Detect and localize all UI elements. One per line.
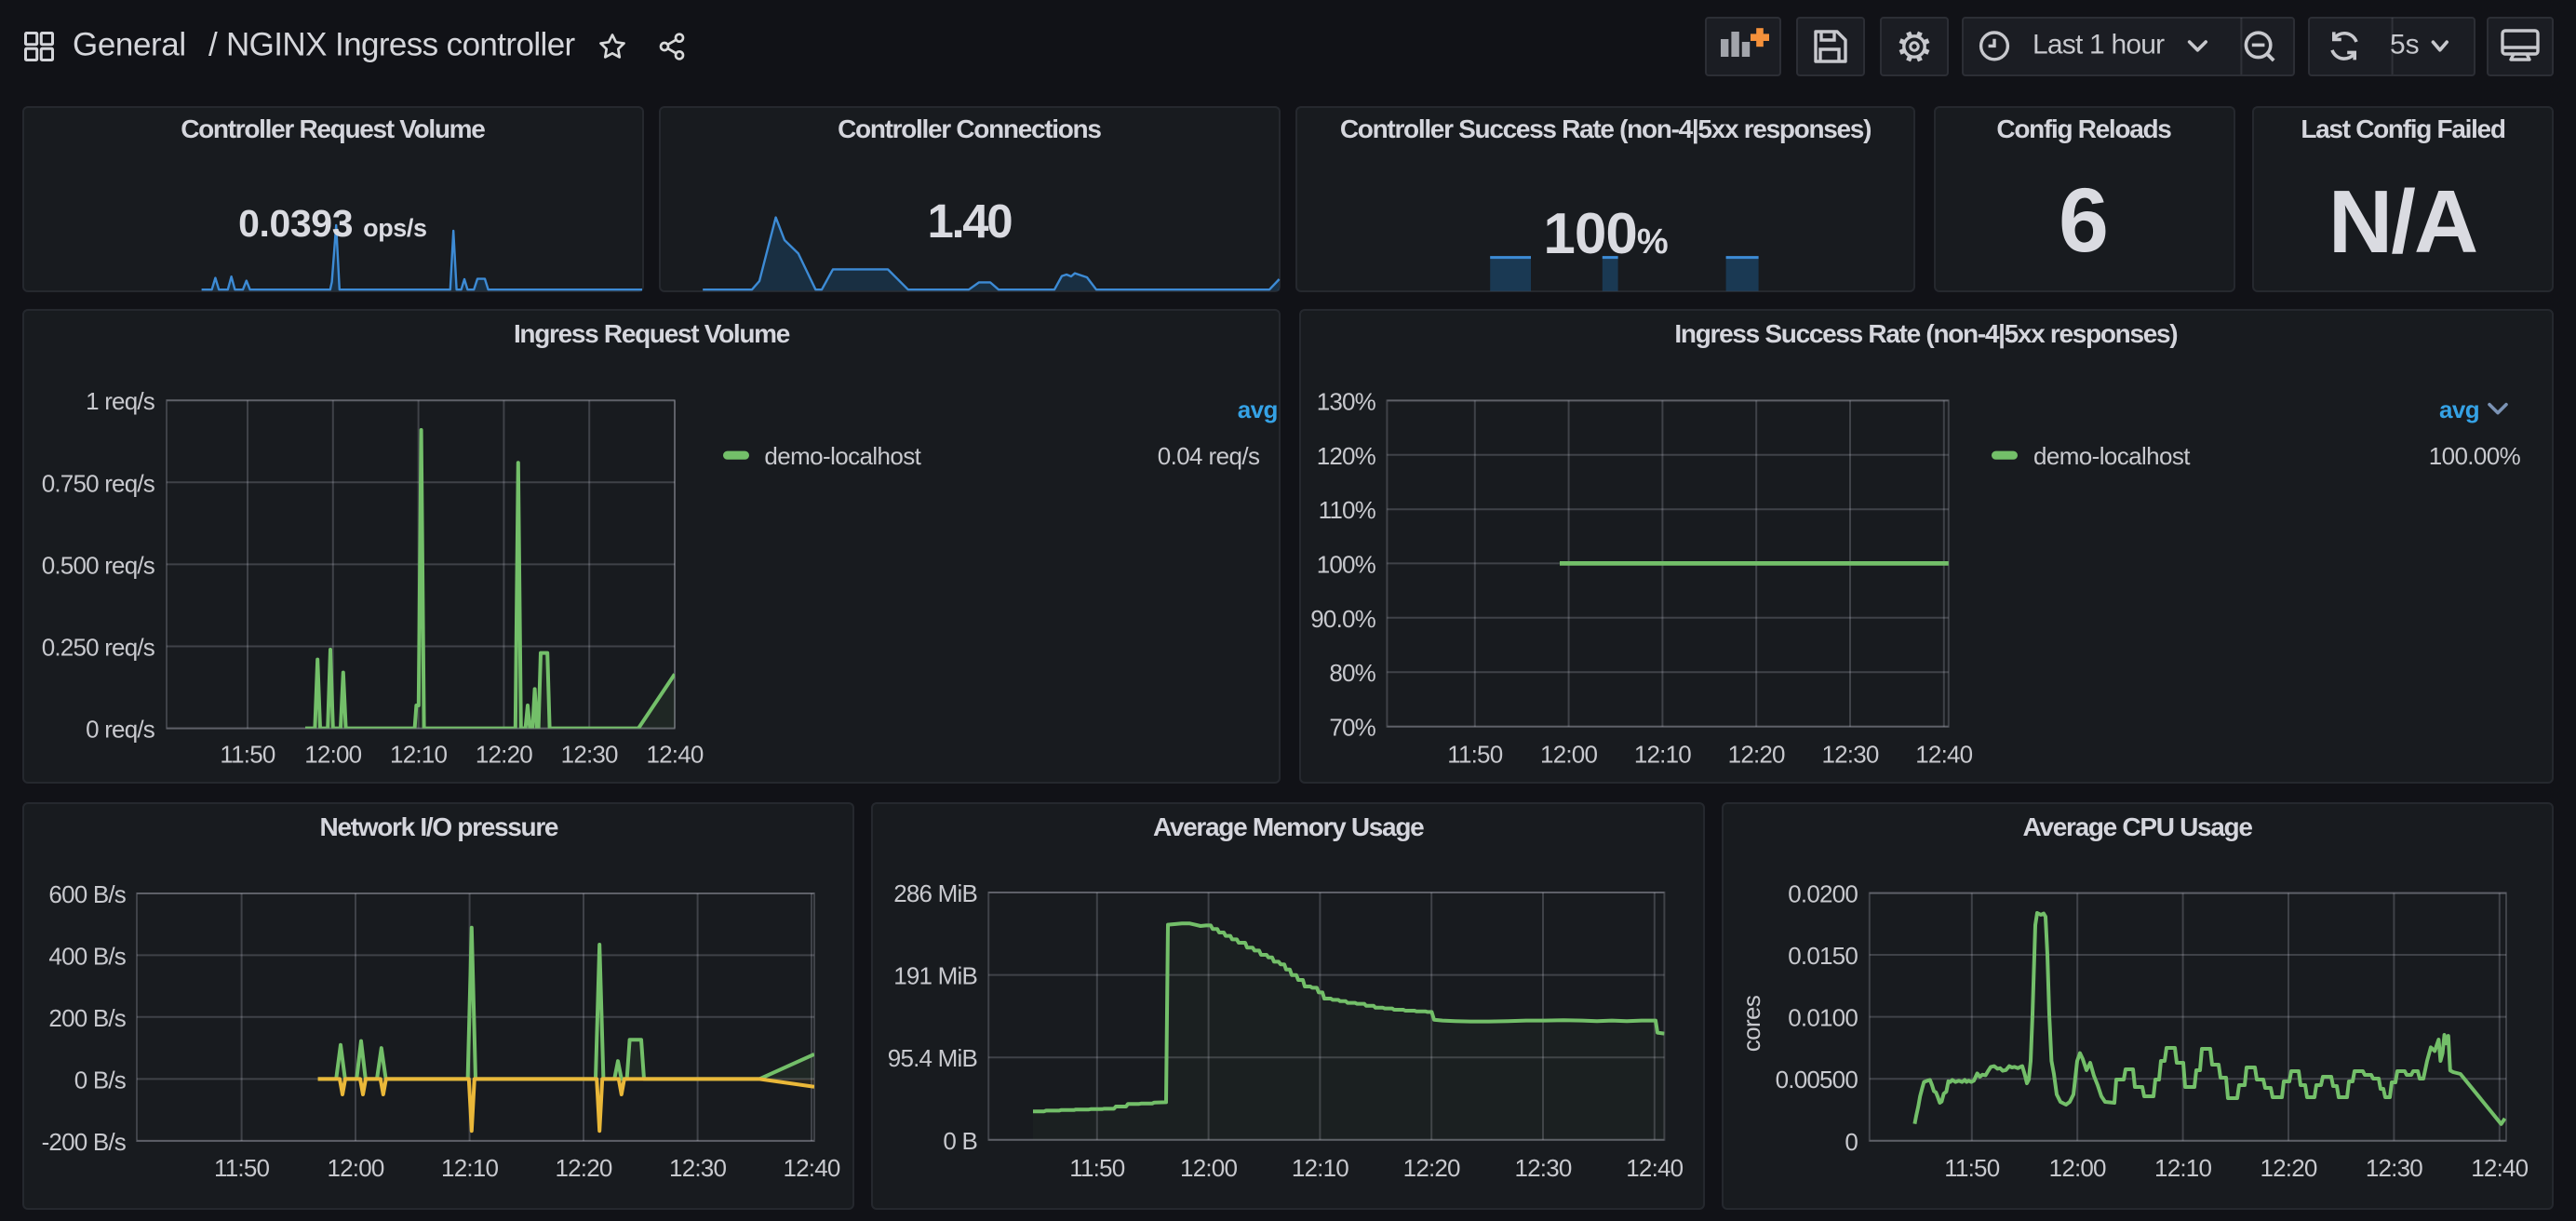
svg-text:0.500 req/s: 0.500 req/s <box>42 551 155 579</box>
svg-text:12:10: 12:10 <box>441 1154 498 1182</box>
svg-text:0.750 req/s: 0.750 req/s <box>42 469 155 497</box>
svg-text:1 req/s: 1 req/s <box>86 387 155 415</box>
svg-text:-200 B/s: -200 B/s <box>42 1128 127 1156</box>
svg-text:12:10: 12:10 <box>1292 1154 1348 1182</box>
svg-text:400 B/s: 400 B/s <box>48 942 126 970</box>
svg-text:11:50: 11:50 <box>1447 740 1502 768</box>
svg-text:12:10: 12:10 <box>390 740 447 768</box>
svg-text:110%: 110% <box>1319 496 1376 524</box>
svg-text:0.0100: 0.0100 <box>1788 1004 1858 1032</box>
svg-text:0 req/s: 0 req/s <box>86 716 155 744</box>
svg-text:12:30: 12:30 <box>561 740 618 768</box>
svg-text:12:40: 12:40 <box>783 1154 839 1182</box>
svg-text:600 B/s: 600 B/s <box>48 880 126 908</box>
svg-text:12:30: 12:30 <box>2366 1154 2422 1182</box>
svg-text:0.250 req/s: 0.250 req/s <box>42 634 155 662</box>
svg-text:0: 0 <box>1845 1128 1858 1156</box>
svg-text:12:10: 12:10 <box>2154 1154 2211 1182</box>
svg-text:0.00500: 0.00500 <box>1776 1066 1858 1094</box>
svg-text:95.4 MiB: 95.4 MiB <box>888 1044 977 1072</box>
svg-text:12:00: 12:00 <box>1540 740 1597 768</box>
svg-text:11:50: 11:50 <box>214 1154 269 1182</box>
svg-text:0 B/s: 0 B/s <box>74 1066 127 1094</box>
svg-text:12:40: 12:40 <box>1626 1154 1683 1182</box>
svg-text:12:00: 12:00 <box>327 1154 383 1182</box>
svg-text:100%: 100% <box>1317 550 1376 578</box>
svg-text:12:40: 12:40 <box>1915 740 1972 768</box>
svg-text:12:00: 12:00 <box>1180 1154 1237 1182</box>
svg-text:12:00: 12:00 <box>2049 1154 2106 1182</box>
svg-text:12:20: 12:20 <box>555 1154 611 1182</box>
svg-text:12:10: 12:10 <box>1634 740 1691 768</box>
svg-text:12:40: 12:40 <box>2471 1154 2528 1182</box>
svg-text:0.0200: 0.0200 <box>1788 880 1858 908</box>
svg-text:12:20: 12:20 <box>1728 740 1785 768</box>
svg-text:120%: 120% <box>1317 442 1376 470</box>
svg-text:0 B: 0 B <box>943 1127 977 1155</box>
svg-text:0.0150: 0.0150 <box>1788 942 1858 970</box>
svg-text:90.0%: 90.0% <box>1310 605 1375 633</box>
svg-text:12:40: 12:40 <box>646 740 703 768</box>
svg-text:191 MiB: 191 MiB <box>893 962 977 990</box>
svg-text:12:00: 12:00 <box>304 740 361 768</box>
svg-text:80%: 80% <box>1329 659 1375 687</box>
svg-text:12:30: 12:30 <box>669 1154 726 1182</box>
svg-text:130%: 130% <box>1317 387 1376 415</box>
svg-text:12:30: 12:30 <box>1514 1154 1571 1182</box>
svg-text:12:20: 12:20 <box>2260 1154 2316 1182</box>
svg-text:200 B/s: 200 B/s <box>48 1004 126 1032</box>
svg-text:286 MiB: 286 MiB <box>893 879 977 907</box>
svg-text:11:50: 11:50 <box>1069 1154 1124 1182</box>
svg-text:70%: 70% <box>1329 714 1375 742</box>
svg-text:12:30: 12:30 <box>1821 740 1878 768</box>
svg-text:11:50: 11:50 <box>1944 1154 1999 1182</box>
svg-text:11:50: 11:50 <box>220 740 275 768</box>
svg-text:12:20: 12:20 <box>1403 1154 1460 1182</box>
svg-text:12:20: 12:20 <box>476 740 532 768</box>
